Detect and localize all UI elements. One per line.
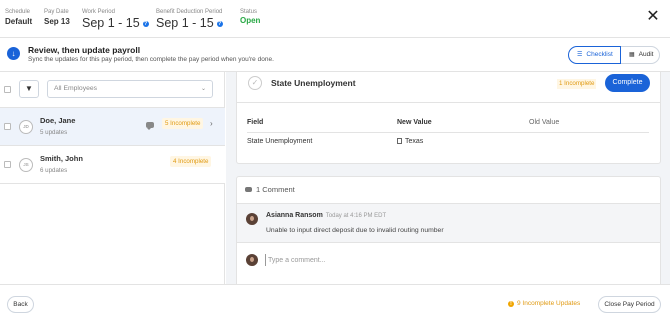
status-group: Status Open — [240, 8, 260, 25]
filter-button[interactable]: ▼ — [19, 80, 39, 98]
warning-icon: ! — [508, 301, 514, 307]
comment-author-line: Asianna Ransom Today at 4:16 PM EDT — [266, 212, 386, 219]
incomplete-updates-text: 9 Incomplete Updates — [517, 300, 581, 307]
checklist-label: Checklist — [586, 51, 613, 58]
benefit-period-label: Benefit Deduction Period — [156, 9, 223, 15]
field-cell: State Unemployment — [247, 138, 313, 145]
employee-list-panel: ▼ All Employees ⌄ JD Doe, Jane 5 updates… — [0, 72, 225, 284]
filter-icon: ▼ — [25, 84, 33, 93]
avatar — [246, 254, 258, 266]
comment-text: Unable to input direct deposit due to in… — [266, 227, 444, 234]
complete-button[interactable]: Complete — [605, 74, 650, 92]
close-pay-period-button[interactable]: Close Pay Period — [598, 296, 661, 313]
arrow-down-icon: ↓ — [7, 47, 20, 60]
task-incomplete-badge: 1 Incomplete — [557, 79, 597, 89]
comment-author: Asianna Ransom — [266, 212, 323, 219]
column-header-new-value: New Value — [397, 119, 432, 126]
pay-date-value: Sep 13 — [44, 17, 70, 26]
employee-row-doe-jane[interactable]: JD Doe, Jane 5 updates 5 Incomplete › — [0, 108, 225, 146]
divider — [237, 242, 660, 243]
incomplete-updates-status: ! 9 Incomplete Updates — [508, 300, 580, 307]
review-banner: ↓ Review, then update payroll Sync the u… — [0, 38, 670, 72]
comments-count: 1 Comment — [256, 185, 295, 194]
audit-toggle-button[interactable]: ▦ Audit — [620, 46, 660, 64]
employee-row-smith-john[interactable]: JS Smith, John 6 updates 4 Incomplete — [0, 146, 225, 184]
column-header-old-value: Old Value — [529, 119, 560, 126]
work-period-group: Work Period Sep 1 - 15? — [82, 8, 149, 30]
pay-date-label: Pay Date — [44, 9, 69, 15]
new-value-cell: Texas — [397, 138, 423, 145]
list-icon: ☰ — [577, 52, 583, 58]
benefit-period-group: Benefit Deduction Period Sep 1 - 15? — [156, 8, 223, 30]
banner-title: Review, then update payroll — [28, 45, 141, 55]
status-label: Status — [240, 9, 258, 15]
footer-bar: Back ! 9 Incomplete Updates Close Pay Per… — [0, 284, 670, 317]
employee-name: Smith, John — [40, 154, 83, 163]
employee-checkbox[interactable] — [4, 123, 11, 130]
document-icon — [397, 138, 402, 144]
close-icon[interactable]: ✕ — [646, 9, 660, 25]
state-unemployment-card: ✓ State Unemployment 1 Incomplete Comple… — [236, 72, 661, 164]
employee-name: Doe, Jane — [40, 116, 76, 125]
column-header-field: Field — [247, 119, 264, 126]
new-value-text: Texas — [405, 138, 424, 145]
select-all-checkbox[interactable] — [4, 86, 11, 93]
task-title: State Unemployment — [271, 78, 356, 88]
avatar — [246, 213, 258, 225]
work-period-label: Work Period — [82, 9, 115, 15]
audit-label: Audit — [638, 51, 654, 58]
help-icon[interactable]: ? — [142, 21, 149, 27]
employee-filter-select[interactable]: All Employees ⌄ — [47, 80, 213, 98]
checklist-toggle-button[interactable]: ☰ Checklist — [568, 46, 621, 64]
chevron-down-icon: ⌄ — [200, 86, 206, 92]
pay-period-header: Schedule Default Pay Date Sep 13 Work Pe… — [0, 0, 670, 38]
benefit-period-value: Sep 1 - 15 — [156, 16, 214, 30]
table-icon: ▦ — [629, 52, 635, 58]
incomplete-badge: 5 Incomplete — [162, 118, 204, 129]
schedule-label: Schedule — [5, 9, 31, 15]
employee-filter-value: All Employees — [54, 85, 98, 92]
status-value: Open — [240, 16, 261, 25]
filter-row: ▼ All Employees ⌄ — [0, 72, 225, 108]
incomplete-badge: 4 Incomplete — [170, 156, 212, 167]
avatar: JS — [19, 158, 33, 172]
comments-header: 1 Comment — [245, 185, 295, 194]
employee-checkbox[interactable] — [4, 161, 11, 168]
avatar: JD — [19, 120, 33, 134]
divider — [247, 132, 649, 133]
comment-icon — [146, 122, 154, 130]
chevron-right-icon: › — [210, 119, 213, 128]
pay-date-group: Pay Date Sep 13 — [44, 8, 70, 27]
comment-item: Asianna Ransom Today at 4:16 PM EDT Unabl… — [237, 204, 660, 242]
schedule-group: Schedule Default — [5, 8, 32, 27]
banner-subtitle: Sync the updates for this pay period, th… — [28, 56, 274, 63]
comment-input[interactable] — [265, 254, 645, 266]
help-icon[interactable]: ? — [216, 21, 223, 27]
employee-updates: 5 updates — [40, 129, 68, 136]
schedule-value: Default — [5, 17, 33, 26]
comment-icon — [245, 187, 252, 192]
work-period-value: Sep 1 - 15 — [82, 16, 140, 30]
back-button[interactable]: Back — [7, 296, 34, 313]
comment-time: Today at 4:16 PM EDT — [325, 213, 387, 219]
comments-card: 1 Comment Asianna Ransom Today at 4:16 PM… — [236, 176, 661, 284]
check-icon[interactable]: ✓ — [248, 76, 262, 90]
divider — [237, 102, 660, 103]
employee-updates: 6 updates — [40, 167, 68, 174]
